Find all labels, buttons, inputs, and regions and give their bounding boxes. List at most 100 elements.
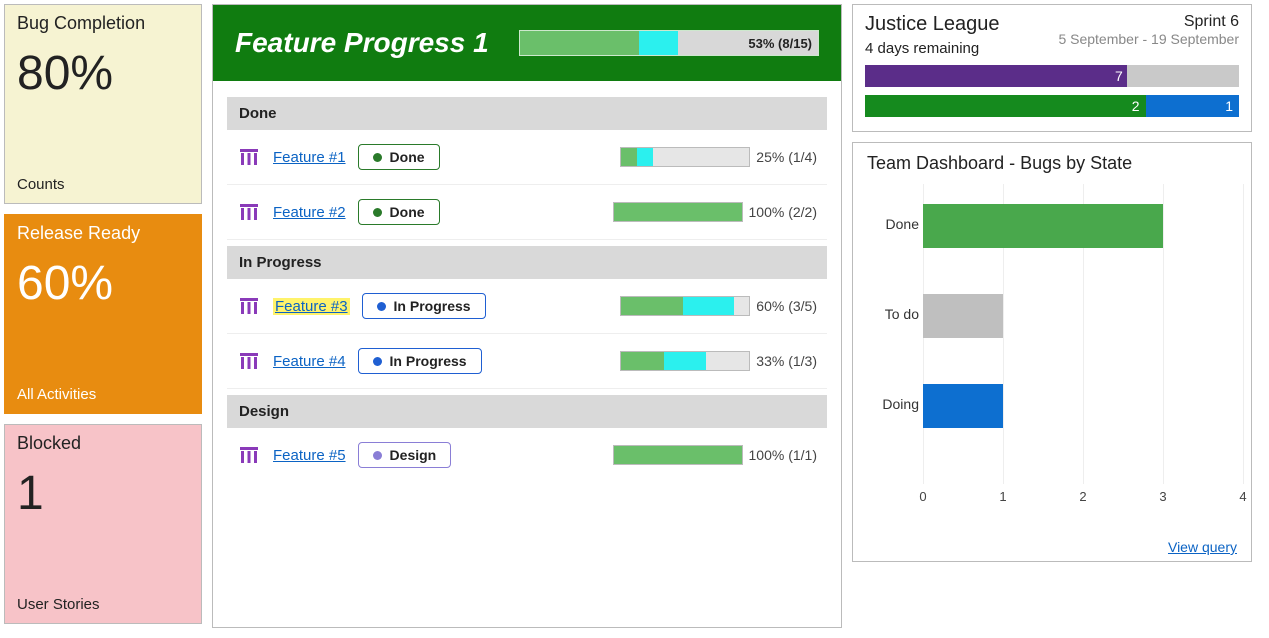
bugs-by-state-panel: Team Dashboard - Bugs by State 0 1 2 3 4 Done…: [852, 142, 1252, 562]
right-column: Justice League 4 days remaining Sprint 6…: [852, 4, 1252, 628]
sprint-name: Sprint 6: [1058, 13, 1239, 31]
feature-progress-bar: [620, 296, 750, 316]
feature-progress-column: Feature Progress 1 53% (8/15) DoneFeatur…: [212, 4, 842, 628]
status-pill: In Progress: [362, 293, 486, 319]
status-label: In Progress: [390, 353, 467, 369]
tile-title: Bug Completion: [17, 13, 189, 34]
status-dot-icon: [377, 302, 386, 311]
dashboard-root: Bug Completion 80% Counts Release Ready 60% A…: [0, 0, 1269, 632]
status-pill: Design: [358, 442, 452, 468]
sprint-status-bar: 21: [865, 95, 1239, 117]
tile-value: 80%: [17, 48, 189, 101]
overall-progress-doing-segment: [639, 31, 678, 55]
feature-icon: [237, 145, 261, 169]
x-axis-tick: 3: [1159, 489, 1166, 504]
chart-category-label: Done: [867, 216, 919, 232]
sprint-header: Justice League 4 days remaining Sprint 6…: [865, 13, 1239, 57]
progress-doing-segment: [637, 148, 654, 166]
sprint-days-remaining: 4 days remaining: [865, 40, 1058, 57]
tile-subtitle: Counts: [17, 176, 189, 193]
chart-bar: [923, 294, 1003, 338]
x-axis-tick: 2: [1079, 489, 1086, 504]
progress-done-segment: [614, 203, 742, 221]
feature-progress-bar: [613, 445, 743, 465]
feature-link[interactable]: Feature #2: [273, 204, 346, 221]
sprint-panel: Justice League 4 days remaining Sprint 6…: [852, 4, 1252, 132]
x-axis-tick: 0: [919, 489, 926, 504]
progress-doing-segment: [683, 297, 734, 315]
progress-done-segment: [621, 148, 636, 166]
tile-value: 60%: [17, 258, 189, 311]
status-pill: Done: [358, 199, 440, 225]
progress-doing-segment: [664, 352, 706, 370]
feature-icon: [237, 294, 261, 318]
kpi-tile-blocked[interactable]: Blocked 1 User Stories: [4, 424, 202, 624]
x-axis-tick: 1: [999, 489, 1006, 504]
tile-subtitle: All Activities: [17, 386, 189, 403]
tile-title: Release Ready: [17, 223, 189, 244]
status-dot-icon: [373, 357, 382, 366]
view-query-link[interactable]: View query: [1168, 539, 1237, 555]
chart-bar-row: Doing: [923, 384, 1003, 428]
progress-done-segment: [614, 446, 742, 464]
sprint-status-segment: 2: [865, 95, 1146, 117]
overall-progress-done-segment: [520, 31, 639, 55]
feature-row: Feature #1 Done 25% (1/4): [227, 130, 827, 185]
status-dot-icon: [373, 208, 382, 217]
chart-bar-row: Done: [923, 204, 1163, 248]
feature-row: Feature #4 In Progress 33% (1/3): [227, 334, 827, 389]
status-pill: In Progress: [358, 348, 482, 374]
feature-row: Feature #3 In Progress 60% (3/5): [227, 279, 827, 334]
status-label: In Progress: [394, 298, 471, 314]
bugs-chart-title: Team Dashboard - Bugs by State: [867, 153, 1237, 174]
feature-link[interactable]: Feature #5: [273, 447, 346, 464]
feature-progress-label: 60% (3/5): [756, 298, 817, 314]
tile-subtitle: User Stories: [17, 596, 189, 613]
feature-progress-scroll[interactable]: Done Feature #1 Done 25% (1/4) Feature #2 Don…: [213, 81, 841, 609]
feature-progress-panel: Feature Progress 1 53% (8/15) DoneFeatur…: [212, 4, 842, 628]
team-name: Justice League: [865, 13, 1058, 36]
status-pill: Done: [358, 144, 440, 170]
group-header-design: Design: [227, 395, 827, 428]
status-dot-icon: [373, 153, 382, 162]
feature-progress-label: 100% (2/2): [749, 204, 817, 220]
feature-progress-label: 100% (1/1): [749, 447, 817, 463]
feature-progress-title: Feature Progress 1: [235, 27, 489, 59]
feature-row: Feature #5 Design 100% (1/1): [227, 428, 827, 482]
feature-icon: [237, 200, 261, 224]
feature-icon: [237, 349, 261, 373]
chart-bar: [923, 204, 1163, 248]
x-axis-tick: 4: [1239, 489, 1246, 504]
chart-bar-row: To do: [923, 294, 1003, 338]
feature-row: Feature #2 Done 100% (2/2): [227, 185, 827, 240]
feature-progress-bar: [620, 351, 750, 371]
tile-title: Blocked: [17, 433, 189, 454]
group-header-in-progress: In Progress: [227, 246, 827, 279]
feature-progress-label: 25% (1/4): [756, 149, 817, 165]
overall-progress-label: 53% (8/15): [748, 31, 812, 55]
feature-link[interactable]: Feature #3: [273, 298, 350, 315]
progress-done-segment: [621, 352, 663, 370]
chart-category-label: To do: [867, 306, 919, 322]
sprint-dates: 5 September - 19 September: [1058, 31, 1239, 47]
status-label: Done: [390, 204, 425, 220]
status-label: Done: [390, 149, 425, 165]
tile-value: 1: [17, 468, 189, 521]
feature-link[interactable]: Feature #1: [273, 149, 346, 166]
status-dot-icon: [373, 451, 382, 460]
chart-bar: [923, 384, 1003, 428]
feature-link[interactable]: Feature #4: [273, 353, 346, 370]
group-header-done: Done: [227, 97, 827, 130]
chart-category-label: Doing: [867, 396, 919, 412]
status-label: Design: [390, 447, 437, 463]
sprint-burndown-value: 7: [865, 65, 1127, 87]
feature-progress-bar: [613, 202, 743, 222]
overall-progress-bar: 53% (8/15): [519, 30, 819, 56]
kpi-tile-bug-completion[interactable]: Bug Completion 80% Counts: [4, 4, 202, 204]
bugs-chart-area: 01234DoneTo doDoing: [923, 184, 1231, 504]
feature-progress-bar: [620, 147, 750, 167]
kpi-tile-release-ready[interactable]: Release Ready 60% All Activities: [4, 214, 202, 414]
left-tiles-column: Bug Completion 80% Counts Release Ready 60% A…: [4, 4, 202, 628]
feature-progress-label: 33% (1/3): [756, 353, 817, 369]
feature-progress-header: Feature Progress 1 53% (8/15): [213, 5, 841, 81]
